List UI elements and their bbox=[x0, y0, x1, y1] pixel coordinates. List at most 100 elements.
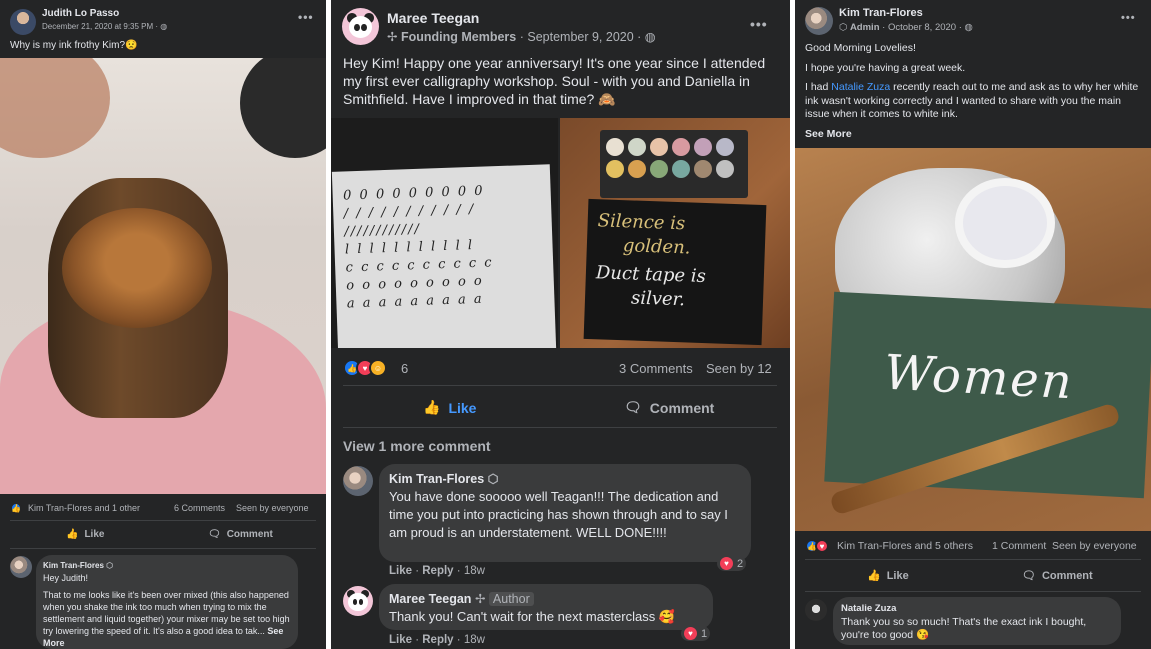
comment-button[interactable]: 🗨 Comment bbox=[208, 529, 273, 540]
reaction-icons[interactable]: 👍 ♥ ☺ bbox=[343, 359, 387, 377]
white-ink-photo[interactable]: Women bbox=[795, 148, 1151, 531]
post-author[interactable]: Kim Tran-Flores bbox=[839, 7, 923, 19]
seen-by[interactable]: Seen by everyone bbox=[1052, 540, 1137, 552]
post-text: Good Morning Lovelies! I hope you're hav… bbox=[805, 42, 1143, 141]
more-options-icon[interactable]: ••• bbox=[298, 10, 314, 24]
comments-count[interactable]: 3 Comments bbox=[619, 361, 693, 376]
avatar[interactable] bbox=[805, 599, 827, 621]
avatar[interactable] bbox=[343, 586, 373, 616]
card-text: Duct tape is silver. bbox=[595, 261, 707, 313]
comment-button[interactable]: 🗨 Comment bbox=[624, 399, 714, 416]
seen-by[interactable]: Seen by 12 bbox=[706, 361, 772, 376]
founding-member-icon: ✢ bbox=[474, 592, 486, 606]
avatar[interactable] bbox=[342, 8, 379, 45]
post-maree: Maree Teegan ✢ Founding Members · Septem… bbox=[331, 0, 790, 649]
post-timestamp[interactable]: December 21, 2020 at 9:35 PM · ◍ bbox=[42, 22, 167, 31]
post-timestamp[interactable]: October 8, 2020 bbox=[888, 22, 956, 33]
post-meta: ⬡ Admin · October 8, 2020 · ◍ bbox=[839, 22, 973, 33]
comments-count[interactable]: 1 Comment bbox=[992, 540, 1046, 552]
reactions-summary[interactable]: Kim Tran-Flores and 5 others bbox=[837, 540, 973, 552]
comment-age[interactable]: 18w bbox=[464, 634, 485, 646]
like-button[interactable]: 👍 Like bbox=[423, 399, 476, 416]
like-label: Like bbox=[448, 399, 477, 416]
post-text: Hey Kim! Happy one year anniversary! It'… bbox=[343, 55, 766, 107]
green-card: Women bbox=[824, 291, 1151, 499]
practice-strokes: 0 0 0 0 0 0 0 0 0/ / / / / / / / / / ///… bbox=[342, 183, 494, 312]
post-meta: ✢ Founding Members · September 9, 2020 ·… bbox=[387, 30, 656, 44]
reactions-summary[interactable]: Kim Tran-Flores and 1 other bbox=[28, 503, 140, 513]
comment-label: Comment bbox=[1041, 569, 1093, 582]
post-line: I hope you're having a great week. bbox=[805, 61, 966, 74]
divider bbox=[343, 427, 777, 428]
comment-text: Thank you! Can't wait for the next maste… bbox=[389, 609, 676, 624]
globe-icon: ◍ bbox=[160, 22, 168, 31]
comment-bubble: Maree Teegan ✢ Author Thank you! Can't w… bbox=[379, 584, 713, 630]
comment-age[interactable]: 18w bbox=[464, 565, 485, 577]
comment-author[interactable]: Kim Tran-Flores ⬡ bbox=[389, 470, 741, 488]
seen-by[interactable]: Seen by everyone bbox=[236, 503, 309, 513]
post-author[interactable]: Maree Teegan bbox=[387, 10, 479, 26]
post-author[interactable]: Judith Lo Passo bbox=[42, 8, 119, 19]
post-kim: Kim Tran-Flores ⬡ Admin · October 8, 202… bbox=[795, 0, 1151, 649]
comment-bubble: Natalie Zuza Thank you so so much! That'… bbox=[833, 597, 1121, 645]
mention-link[interactable]: Natalie Zuza bbox=[831, 81, 890, 93]
like-button[interactable]: 👍 Like bbox=[867, 569, 909, 583]
love-reaction-icon: ♥ bbox=[720, 557, 733, 570]
avatar[interactable] bbox=[343, 466, 373, 496]
comment-author[interactable]: Maree Teegan ✢ Author bbox=[389, 590, 703, 608]
comment-icon: 🗨 bbox=[1022, 570, 1036, 582]
comment-label: Comment bbox=[649, 399, 715, 416]
avatar[interactable] bbox=[805, 7, 833, 35]
reaction-count[interactable]: 6 bbox=[401, 361, 408, 376]
divider bbox=[805, 591, 1141, 592]
reaction-icons[interactable]: 👍 ♥ bbox=[805, 539, 829, 553]
card-text: Women bbox=[882, 344, 1076, 411]
comment-text: Thank you so so much! That's the exact i… bbox=[841, 615, 1087, 642]
comment-author[interactable]: Natalie Zuza bbox=[841, 602, 1113, 616]
avatar[interactable] bbox=[10, 556, 32, 578]
see-more-link[interactable]: See More bbox=[805, 128, 1143, 142]
comment-author-name[interactable]: Maree Teegan bbox=[389, 592, 471, 606]
like-button[interactable]: 👍 Like bbox=[66, 529, 104, 540]
group-badge[interactable]: Founding Members bbox=[401, 30, 516, 44]
practice-sheet-photo[interactable]: 0 0 0 0 0 0 0 0 0/ / / / / / / / / / ///… bbox=[331, 118, 558, 348]
post-timestamp[interactable]: September 9, 2020 bbox=[527, 30, 633, 44]
card-line: golden. bbox=[622, 235, 691, 259]
comment-reactions[interactable]: ♥ 2 bbox=[717, 556, 747, 571]
view-more-comments[interactable]: View 1 more comment bbox=[343, 438, 491, 454]
reaction-icons[interactable]: 👍 bbox=[10, 502, 22, 514]
card-line: Duct tape is bbox=[595, 262, 707, 288]
comment-reactions[interactable]: ♥ 1 bbox=[681, 626, 711, 641]
founding-member-icon: ✢ bbox=[387, 30, 398, 44]
more-options-icon[interactable]: ••• bbox=[750, 16, 768, 32]
comment-reply-link[interactable]: Reply bbox=[422, 565, 453, 577]
card-line: silver. bbox=[630, 287, 686, 311]
post-line: Good Morning Lovelies! bbox=[805, 42, 916, 54]
haha-reaction-icon: ☺ bbox=[369, 359, 387, 377]
comment-author-name[interactable]: Kim Tran-Flores bbox=[389, 472, 484, 486]
ink-jar-photo[interactable] bbox=[0, 58, 326, 494]
comment-button[interactable]: 🗨 Comment bbox=[1022, 569, 1093, 583]
reaction-count: 2 bbox=[737, 557, 744, 570]
comment-author-name[interactable]: Kim Tran-Flores bbox=[43, 561, 104, 570]
divider bbox=[343, 385, 777, 386]
timestamp-text[interactable]: December 21, 2020 at 9:35 PM bbox=[42, 22, 153, 31]
role-badge[interactable]: Admin bbox=[850, 22, 880, 33]
comment-actions: Like · Reply · 18w bbox=[389, 634, 485, 646]
like-icon: 👍 bbox=[867, 570, 881, 582]
comment-reply-link[interactable]: Reply bbox=[422, 634, 453, 646]
comment-like-link[interactable]: Like bbox=[389, 565, 412, 577]
globe-icon: ◍ bbox=[964, 22, 973, 33]
comment-like-link[interactable]: Like bbox=[389, 634, 412, 646]
more-options-icon[interactable]: ••• bbox=[1121, 12, 1136, 24]
comment-body: That to me looks like it's been over mix… bbox=[43, 590, 290, 636]
like-label: Like bbox=[886, 569, 909, 582]
avatar[interactable] bbox=[10, 9, 36, 35]
watercolor-palette-photo[interactable]: Silence is golden. Duct tape is silver. bbox=[560, 118, 790, 348]
comment-author[interactable]: Kim Tran-Flores ⬡ bbox=[43, 560, 291, 572]
comment-bubble: Kim Tran-Flores ⬡ You have done sooooo w… bbox=[379, 464, 751, 562]
comments-count[interactable]: 6 Comments bbox=[174, 503, 225, 513]
calligraphy-card: Silence is golden. Duct tape is silver. bbox=[583, 198, 767, 346]
author-badge: Author bbox=[488, 592, 534, 606]
like-reaction-icon: 👍 bbox=[10, 502, 22, 514]
